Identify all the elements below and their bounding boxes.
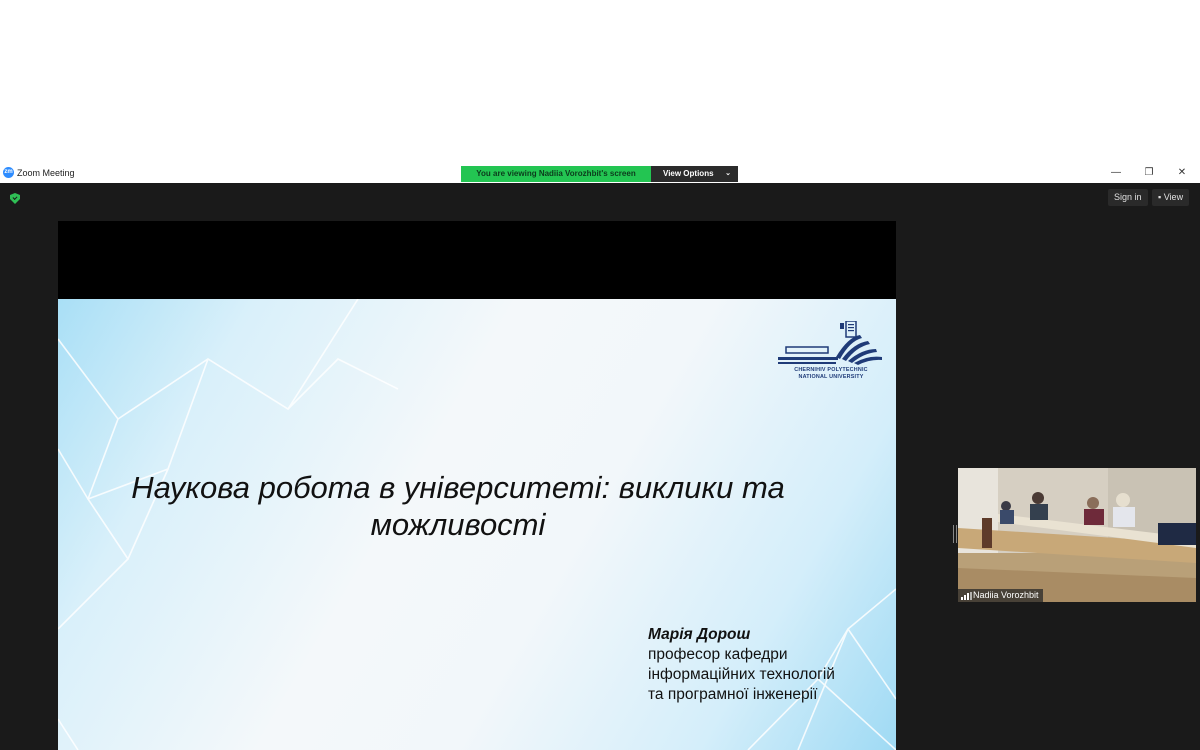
zoom-logo-icon: zm <box>3 167 14 178</box>
author-position-line2: інформаційних технологій <box>648 666 835 683</box>
presentation-slide: CHERNIHIV POLYTECHNIC NATIONAL UNIVERSIT… <box>58 299 896 750</box>
slide-title-line2: можливості <box>370 507 546 542</box>
author-block: Марія Дорош професор кафедри інформаційн… <box>648 625 888 705</box>
minimize-button[interactable]: — <box>1106 166 1126 180</box>
author-position-line1: професор кафедри <box>648 646 788 663</box>
author-name: Марія Дорош <box>648 626 751 643</box>
view-options-label: View Options <box>663 169 714 178</box>
restore-button[interactable]: ❐ <box>1139 166 1159 180</box>
share-status-text: You are viewing Nadiia Vorozhbit's scree… <box>461 166 651 182</box>
shared-screen[interactable]: CHERNIHIV POLYTECHNIC NATIONAL UNIVERSIT… <box>58 221 896 750</box>
window-title: Zoom Meeting <box>17 168 75 178</box>
sign-in-button[interactable]: Sign in <box>1108 189 1148 206</box>
participant-name: Nadiia Vorozhbit <box>973 590 1039 600</box>
slide-title-line1: Наукова робота в університеті: виклики т… <box>131 470 785 505</box>
slide-title: Наукова робота в університеті: виклики т… <box>98 469 818 543</box>
view-icon: ▪︎ <box>1158 192 1162 202</box>
sign-in-label: Sign in <box>1114 192 1142 202</box>
university-name: CHERNIHIV POLYTECHNIC NATIONAL UNIVERSIT… <box>772 367 890 380</box>
view-button[interactable]: ▪︎ View <box>1152 189 1190 206</box>
video-panel-drag-handle[interactable] <box>953 525 957 543</box>
participant-name-tag: Nadiia Vorozhbit <box>958 589 1043 602</box>
desktop-blank-area <box>0 0 1200 164</box>
participant-video-frame <box>958 468 1196 602</box>
screen-share-banner: You are viewing Nadiia Vorozhbit's scree… <box>461 166 738 182</box>
view-label: View <box>1163 192 1184 202</box>
view-options-button[interactable]: View Options ⌄ <box>651 166 738 182</box>
close-button[interactable]: ✕ <box>1172 166 1192 180</box>
author-position-line3: та програмної інженерії <box>648 686 818 703</box>
university-name-line2: NATIONAL UNIVERSITY <box>798 373 864 380</box>
signal-strength-icon <box>961 592 972 600</box>
chevron-down-icon: ⌄ <box>725 170 731 177</box>
participant-video[interactable] <box>958 468 1196 602</box>
